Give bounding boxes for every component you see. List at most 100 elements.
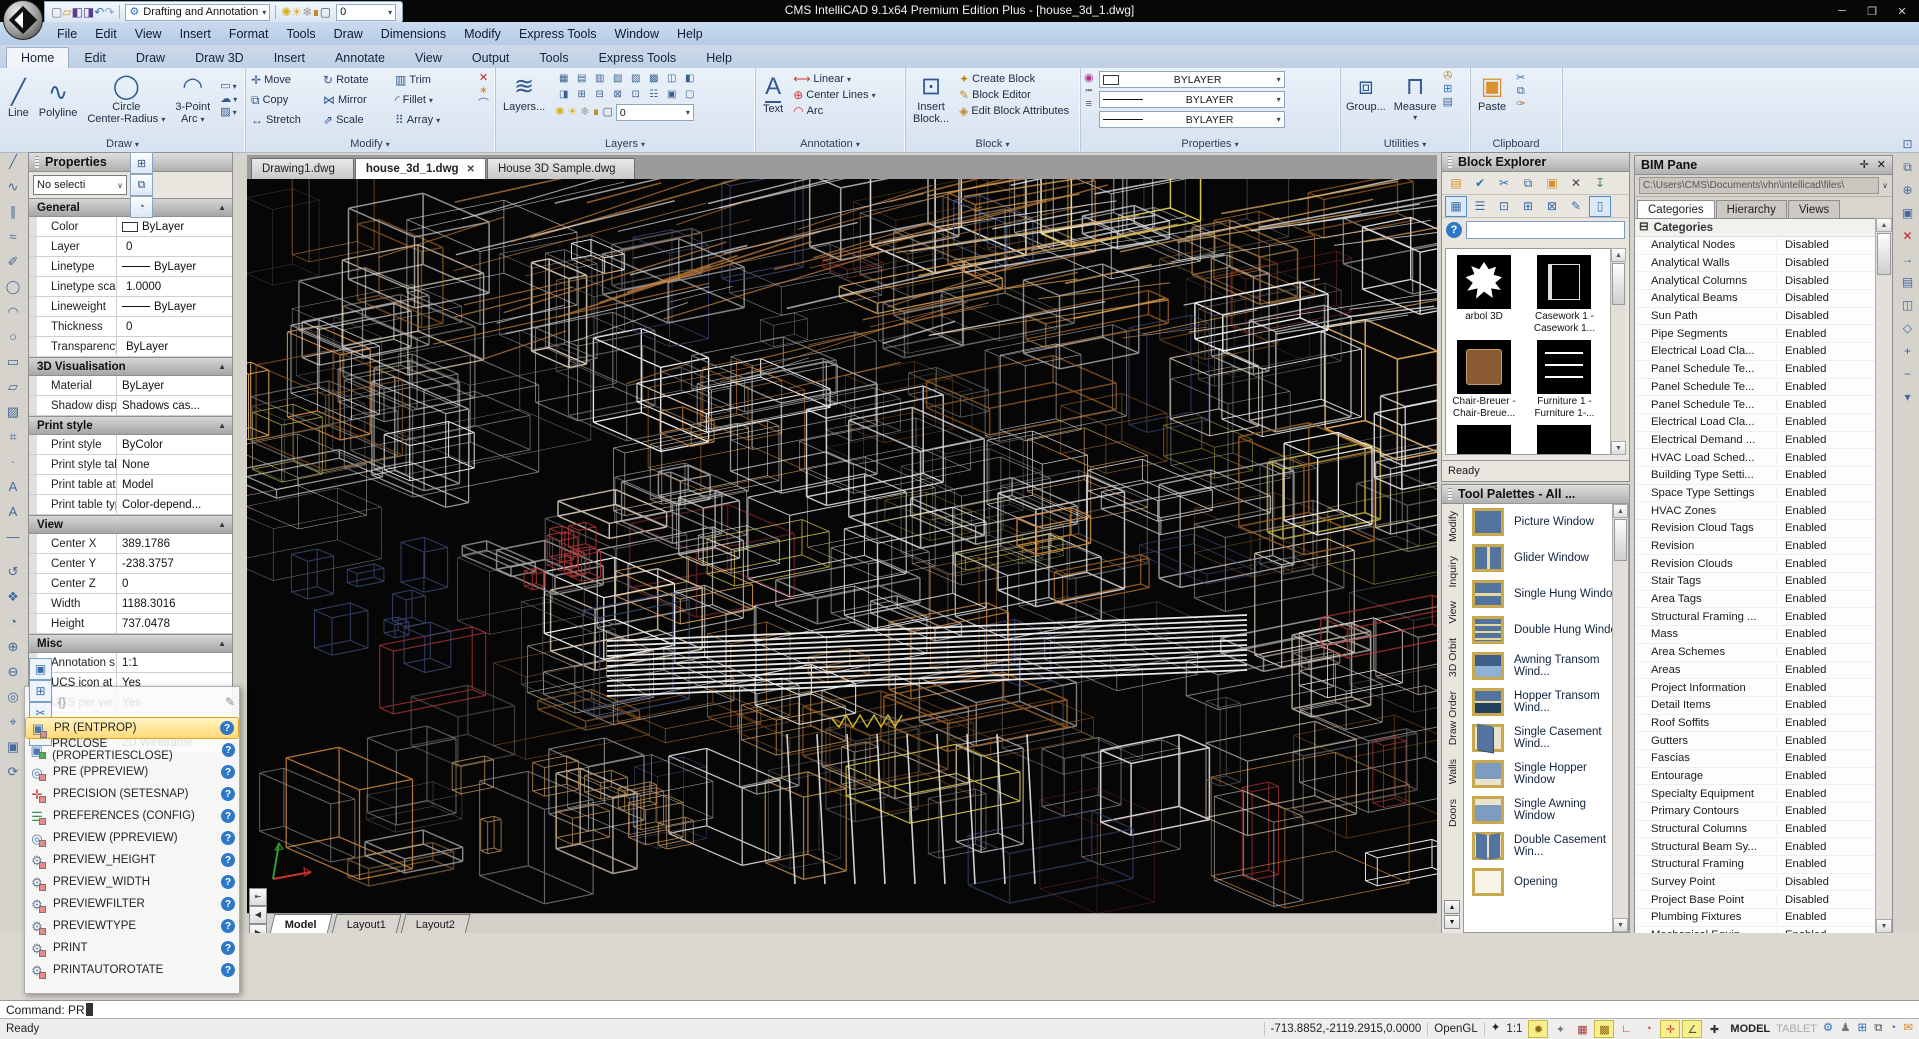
insert-explode-icon[interactable]: ⊠ bbox=[1541, 196, 1563, 217]
spin-up-icon[interactable]: ▲ bbox=[1444, 900, 1460, 914]
edit-icon[interactable]: ✎ bbox=[225, 696, 235, 708]
utilities-group-footer[interactable]: Utilities ▾ bbox=[1340, 138, 1470, 150]
modify-tool-button[interactable]: ↔Stretch bbox=[251, 110, 323, 130]
layers-group-footer[interactable]: Layers ▾ bbox=[495, 138, 755, 150]
bim-category-row[interactable]: Pipe SegmentsEnabled bbox=[1635, 325, 1876, 343]
layers-button[interactable]: ≋Layers... bbox=[499, 71, 549, 115]
property-row[interactable]: Height737.0478 bbox=[29, 614, 232, 634]
save-as-icon[interactable]: ◨ bbox=[83, 6, 94, 18]
edit-block-icon[interactable]: ✎ bbox=[1565, 196, 1587, 217]
scroll-up-icon[interactable]: ▲ bbox=[1876, 218, 1892, 232]
help-icon[interactable]: ? bbox=[222, 743, 235, 757]
ellipse-tool-icon[interactable]: ○ bbox=[0, 325, 26, 347]
bulb-icon[interactable]: ✺ bbox=[555, 107, 564, 118]
bim-category-row[interactable]: Structural ColumnsEnabled bbox=[1635, 821, 1876, 839]
menu-item[interactable]: Dimensions bbox=[372, 24, 455, 44]
window-control-button[interactable]: ❐ bbox=[1857, 0, 1887, 22]
copy-icon[interactable]: ⧉ bbox=[1517, 173, 1539, 194]
property-row[interactable]: Center Z0 bbox=[29, 574, 232, 594]
modify-tool-button[interactable]: ✛Move bbox=[251, 70, 323, 90]
audit-icon[interactable]: ▤ bbox=[1443, 97, 1453, 108]
properties-group-footer[interactable]: Properties ▾ bbox=[1080, 138, 1340, 150]
palette-item[interactable]: Double Hung Window bbox=[1464, 612, 1628, 648]
insert-block-icon[interactable]: ⊡ bbox=[1493, 196, 1515, 217]
layer-tool-icon[interactable]: ▨ bbox=[627, 71, 644, 86]
model-space-button[interactable]: MODEL bbox=[1730, 1023, 1770, 1035]
modify-group-footer[interactable]: Modify ▾ bbox=[245, 138, 495, 150]
list-icon[interactable]: ▤ bbox=[1902, 276, 1913, 288]
pan-icon[interactable]: ❖ bbox=[0, 585, 26, 607]
bylayer-dropdown[interactable]: BYLAYER▾ bbox=[1099, 71, 1285, 88]
renderer-label[interactable]: OpenGL bbox=[1434, 1023, 1477, 1035]
zoom-page-icon[interactable]: ▣ bbox=[0, 735, 26, 757]
command-suggestion[interactable]: ◎ PRE (PPREVIEW) ? bbox=[25, 761, 239, 783]
bim-pane-title[interactable]: BIM Pane ✛ ✕ bbox=[1635, 156, 1892, 175]
palette-item[interactable]: Single Awning Window bbox=[1464, 792, 1628, 828]
bim-category-row[interactable]: Electrical Demand ...Enabled bbox=[1635, 432, 1876, 450]
help-icon[interactable]: ? bbox=[221, 853, 235, 867]
modify-tool-button[interactable]: ↻Rotate bbox=[323, 70, 395, 90]
arc-tool-icon[interactable]: ◠ bbox=[0, 300, 26, 322]
property-row[interactable]: TransparencyByLayer bbox=[29, 337, 232, 357]
utility-button[interactable]: ⧈Group... bbox=[1342, 71, 1390, 124]
palette-tab[interactable]: Doors bbox=[1447, 799, 1459, 827]
layer-tool-icon[interactable]: ◧ bbox=[681, 71, 698, 86]
menu-item[interactable]: Insert bbox=[171, 24, 220, 44]
divider[interactable]: — bbox=[0, 525, 26, 547]
polar-toggle[interactable]: ◔ bbox=[1638, 1020, 1658, 1038]
block-tool-button[interactable]: ✦Create Block bbox=[959, 73, 1069, 85]
annotation-tool-button[interactable]: ⟷Linear▾ bbox=[793, 73, 875, 85]
help-icon[interactable]: ? bbox=[220, 721, 234, 735]
bim-category-row[interactable]: Plumbing FixturesEnabled bbox=[1635, 909, 1876, 927]
list-view-icon[interactable]: ☰ bbox=[1469, 196, 1491, 217]
section-header-view[interactable]: View▲ bbox=[29, 515, 232, 534]
block-item[interactable] bbox=[1446, 425, 1522, 455]
layer-tool-icon[interactable]: ▣ bbox=[663, 87, 680, 102]
bim-tree-header[interactable]: ⊟Categories bbox=[1635, 219, 1876, 237]
block-tool-button[interactable]: ✎Block Editor bbox=[959, 89, 1069, 101]
select-objects-icon[interactable]: ⧉ bbox=[130, 174, 153, 196]
palette-item[interactable]: Double Casement Win... bbox=[1464, 828, 1628, 864]
property-row[interactable]: LineweightByLayer bbox=[29, 297, 232, 317]
polyline-button[interactable]: ∿Polyline bbox=[35, 77, 82, 121]
point-tool-icon[interactable]: · bbox=[0, 450, 26, 472]
toggle-pickadd-icon[interactable]: ◔ bbox=[130, 196, 153, 218]
section-header-3d-visualisation[interactable]: 3D Visualisation▲ bbox=[29, 357, 232, 376]
annotation-toggle[interactable]: ✦ bbox=[1550, 1020, 1570, 1038]
property-row[interactable]: Print table att...Model bbox=[29, 475, 232, 495]
bim-category-row[interactable]: Survey PointDisabled bbox=[1635, 874, 1876, 892]
cut-icon[interactable]: ✂ bbox=[1493, 173, 1515, 194]
help-icon[interactable]: ? bbox=[221, 765, 235, 779]
help-icon[interactable]: ? bbox=[221, 919, 235, 933]
modify-tool-button[interactable]: ⋈Mirror bbox=[323, 90, 395, 110]
mtext-tool-icon[interactable]: A bbox=[0, 500, 26, 522]
palette-tab[interactable]: 3D Orbit bbox=[1447, 638, 1459, 677]
layer-tool-icon[interactable]: ◫ bbox=[663, 71, 680, 86]
selection-combo[interactable]: No selecti∨ bbox=[33, 175, 127, 195]
scroll-down-icon[interactable]: ▼ bbox=[1611, 441, 1626, 455]
command-input[interactable]: Command: PR bbox=[0, 1000, 1919, 1018]
verify-icon[interactable]: ✔ bbox=[1469, 173, 1491, 194]
erase-icon[interactable]: ✕ bbox=[478, 73, 489, 84]
line-tool-icon[interactable]: ╱ bbox=[0, 150, 26, 172]
block-list-scrollbar[interactable]: ▲ ▼ bbox=[1610, 248, 1626, 455]
bim-category-row[interactable]: Electrical Load Cla...Enabled bbox=[1635, 343, 1876, 361]
palette-scrollbar[interactable]: ▲ ▼ bbox=[1612, 504, 1628, 932]
palette-tab[interactable]: Modify bbox=[1447, 511, 1459, 542]
more-icon[interactable]: ▾ bbox=[1904, 391, 1910, 403]
bim-category-row[interactable]: Primary ContoursEnabled bbox=[1635, 803, 1876, 821]
window-control-button[interactable]: ─ bbox=[1827, 0, 1857, 22]
delete-icon[interactable]: ✕ bbox=[1902, 230, 1912, 242]
property-row[interactable]: Print style tableNone bbox=[29, 455, 232, 475]
layer-combo[interactable]: 0▾ bbox=[616, 104, 694, 121]
layer-selector[interactable]: 0▾ bbox=[336, 4, 396, 21]
thumbnail-view-icon[interactable]: ▦ bbox=[1445, 196, 1467, 217]
ribbon-tab[interactable]: Annotate bbox=[320, 47, 400, 68]
redo-icon[interactable]: ↷ bbox=[104, 6, 114, 18]
bim-category-row[interactable]: Space Type SettingsEnabled bbox=[1635, 485, 1876, 503]
layer-tool-icon[interactable]: ▥ bbox=[591, 71, 608, 86]
zoom-extents-icon[interactable]: ◎ bbox=[0, 685, 26, 707]
document-tab[interactable]: House 3D Sample.dwg bbox=[487, 158, 635, 179]
remote-screen-icon[interactable]: ⊞ bbox=[1858, 1023, 1868, 1035]
polyline-tool-icon[interactable]: ∿ bbox=[0, 175, 26, 197]
